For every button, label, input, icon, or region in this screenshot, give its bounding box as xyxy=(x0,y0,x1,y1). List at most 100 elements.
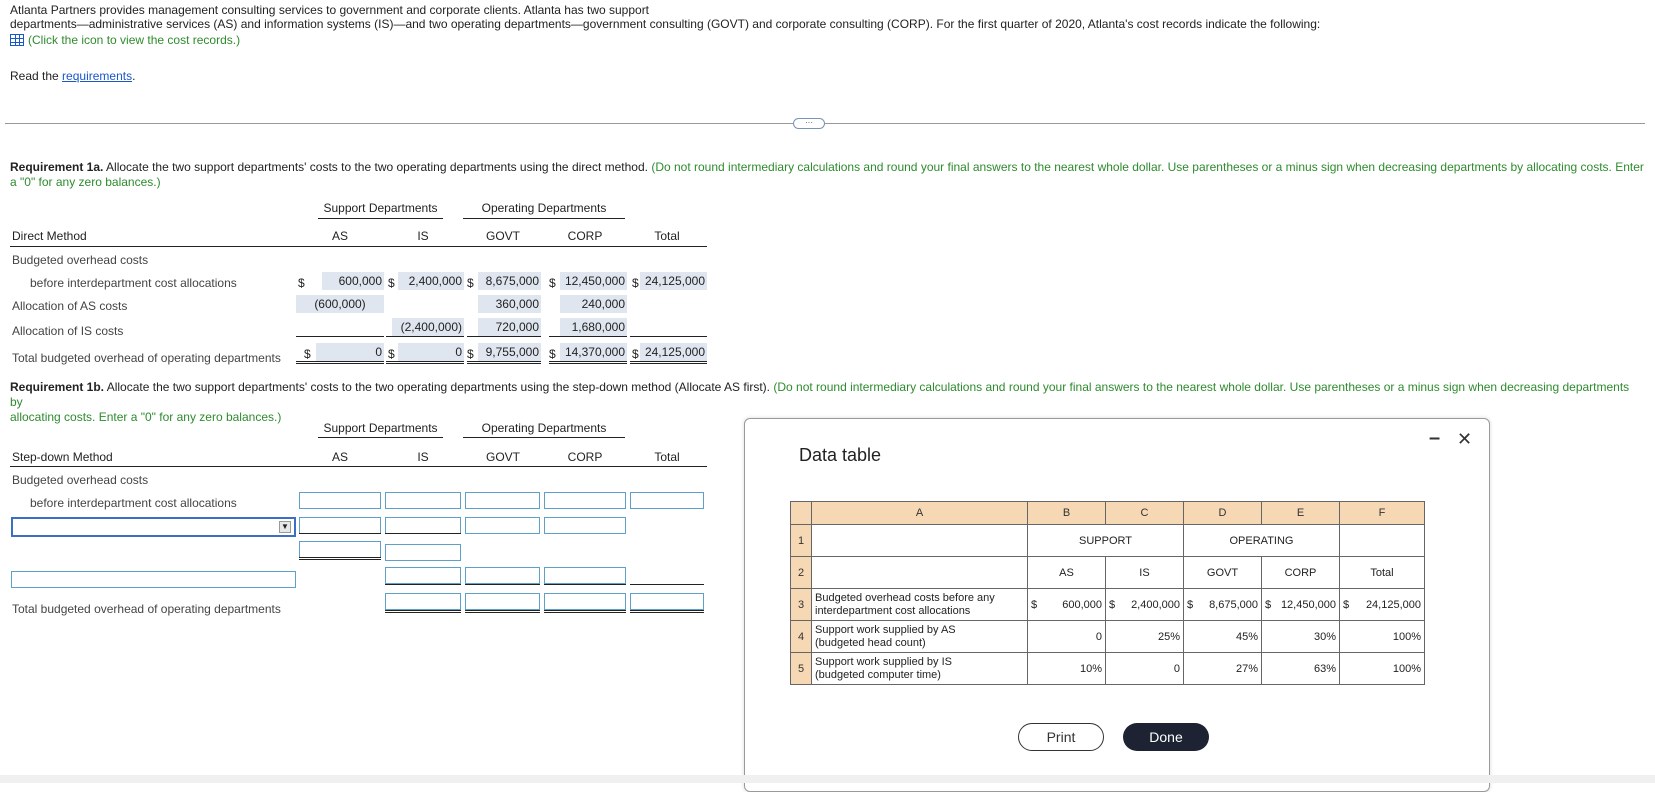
row-number: 5 xyxy=(790,652,812,685)
subtotal-rule xyxy=(385,533,461,534)
dollar-sign: $ xyxy=(549,347,556,361)
done-button[interactable]: Done xyxy=(1123,723,1209,751)
operating-dept-header: Operating Departments xyxy=(481,421,607,435)
chevron-down-icon[interactable]: ▼ xyxy=(279,521,291,533)
stepdown-r2-govt-input[interactable] xyxy=(465,517,540,534)
data-table-modal: Data table – ✕ A B C D E F 1 SUPPORT OPE… xyxy=(744,418,1490,792)
cell xyxy=(811,524,1028,557)
stepdown-before-corp-input[interactable] xyxy=(544,492,626,509)
cell: AS xyxy=(1027,556,1106,589)
dollar-sign: $ xyxy=(1265,598,1272,611)
read-requirements: Read the requirements. xyxy=(10,69,135,83)
stepdown-r4-corp-input[interactable] xyxy=(544,567,626,584)
stepdown-before-total-input[interactable] xyxy=(630,492,704,509)
row-alloc-as: Allocation of AS costs xyxy=(12,299,128,313)
direct-alloc-is-govt: 720,000 xyxy=(478,318,541,336)
stepdown-total-is-input[interactable] xyxy=(385,593,461,610)
row-before: before interdepartment cost allocations xyxy=(30,496,237,510)
cell: 100% xyxy=(1339,620,1425,653)
row-before: before interdepartment cost allocations xyxy=(30,276,237,290)
cost-records-link-text[interactable]: (Click the icon to view the cost records… xyxy=(28,33,240,47)
col-corp: CORP xyxy=(567,229,603,243)
operating-dept-header: Operating Departments xyxy=(481,201,607,215)
cell: Total xyxy=(1339,556,1425,589)
total-rule xyxy=(549,361,627,364)
read-prefix: Read the xyxy=(10,69,59,83)
dollar-sign: $ xyxy=(1109,598,1116,611)
stepdown-before-govt-input[interactable] xyxy=(465,492,540,509)
dollar-sign: $ xyxy=(632,276,639,290)
direct-alloc-as-as: (600,000) xyxy=(296,295,384,313)
total-rule xyxy=(299,557,381,560)
row-label-line: (budgeted head count) xyxy=(815,636,926,649)
stepdown-r4-govt-input[interactable] xyxy=(465,567,540,584)
dollar-sign: $ xyxy=(467,347,474,361)
stepdown-before-as-input[interactable] xyxy=(299,492,381,509)
row-number: 2 xyxy=(790,556,812,589)
stepdown-total-govt-input[interactable] xyxy=(465,593,540,610)
col-govt: GOVT xyxy=(485,450,520,464)
dollar-sign: $ xyxy=(632,347,639,361)
subtotal-rule xyxy=(467,336,541,337)
allocation-select[interactable]: ▼ xyxy=(11,517,296,537)
cell: 27% xyxy=(1183,652,1262,685)
stepdown-before-is-input[interactable] xyxy=(385,492,461,509)
row-budgeted: Budgeted overhead costs xyxy=(12,473,149,487)
stepdown-r3-as-input[interactable] xyxy=(299,541,381,558)
read-suffix: . xyxy=(132,69,136,83)
stepdown-r2-corp-input[interactable] xyxy=(544,517,626,534)
row-label-line: Support work supplied by IS xyxy=(815,655,952,668)
subtotal-rule xyxy=(299,533,381,534)
close-icon[interactable]: ✕ xyxy=(1457,429,1472,450)
cell: 0 xyxy=(1105,652,1184,685)
table-row: 3 Budgeted overhead costs before any inte… xyxy=(790,588,1425,621)
direct-before-is: 2,400,000 xyxy=(398,272,464,290)
req1a-note2: a "0" for any zero balances.) xyxy=(10,175,161,189)
req1b-body: Allocate the two support departments' co… xyxy=(104,380,771,394)
cell-value: 2,400,000 xyxy=(1131,598,1180,611)
col-letter: A xyxy=(811,501,1028,525)
divider xyxy=(5,123,1645,124)
cell: 63% xyxy=(1261,652,1340,685)
direct-total-as: 0 xyxy=(316,343,384,361)
stepdown-r2-as-input[interactable] xyxy=(299,517,381,534)
header-rule xyxy=(463,218,625,219)
req1a-note1: (Do not round intermediary calculations … xyxy=(651,160,1644,174)
col-as: AS xyxy=(331,450,348,464)
stepdown-r2-is-input[interactable] xyxy=(385,517,461,534)
cost-records-link[interactable]: (Click the icon to view the cost records… xyxy=(10,33,1650,47)
stepdown-title: Step-down Method xyxy=(12,450,113,464)
cell: 30% xyxy=(1261,620,1340,653)
stepdown-r4-is-input[interactable] xyxy=(385,567,461,584)
subtotal-rule xyxy=(465,584,540,585)
stepdown-total-total-input[interactable] xyxy=(630,593,704,610)
total-rule xyxy=(385,610,461,613)
header-rule xyxy=(318,218,443,219)
dollar-sign: $ xyxy=(388,347,395,361)
expand-handle[interactable]: ··· xyxy=(793,118,825,129)
cell-value: 12,450,000 xyxy=(1280,598,1336,611)
modal-title: Data table xyxy=(799,445,882,465)
stepdown-row-label-input[interactable] xyxy=(11,571,296,588)
cell-value: 600,000 xyxy=(1062,598,1102,611)
subtotal-rule xyxy=(386,336,464,337)
subtotal-rule xyxy=(385,584,461,585)
stepdown-total-corp-input[interactable] xyxy=(544,593,626,610)
print-button[interactable]: Print xyxy=(1018,723,1104,751)
minimize-icon[interactable]: – xyxy=(1429,427,1440,450)
col-total: Total xyxy=(654,229,680,243)
header-rule xyxy=(463,437,625,438)
table-icon[interactable] xyxy=(10,34,24,46)
total-rule xyxy=(630,610,704,613)
stepdown-r3-is-input[interactable] xyxy=(385,544,461,561)
horizontal-scrollbar[interactable] xyxy=(0,775,1655,783)
operating-group-header: OPERATING xyxy=(1183,524,1340,557)
requirements-link[interactable]: requirements xyxy=(62,69,132,83)
support-dept-header: Support Departments xyxy=(323,201,438,215)
cell: $600,000 xyxy=(1027,588,1106,621)
cell: GOVT xyxy=(1183,556,1262,589)
req1b-bold: Requirement 1b. xyxy=(10,380,105,394)
support-dept-header: Support Departments xyxy=(323,421,438,435)
dollar-sign: $ xyxy=(304,347,311,361)
total-rule xyxy=(544,610,626,613)
